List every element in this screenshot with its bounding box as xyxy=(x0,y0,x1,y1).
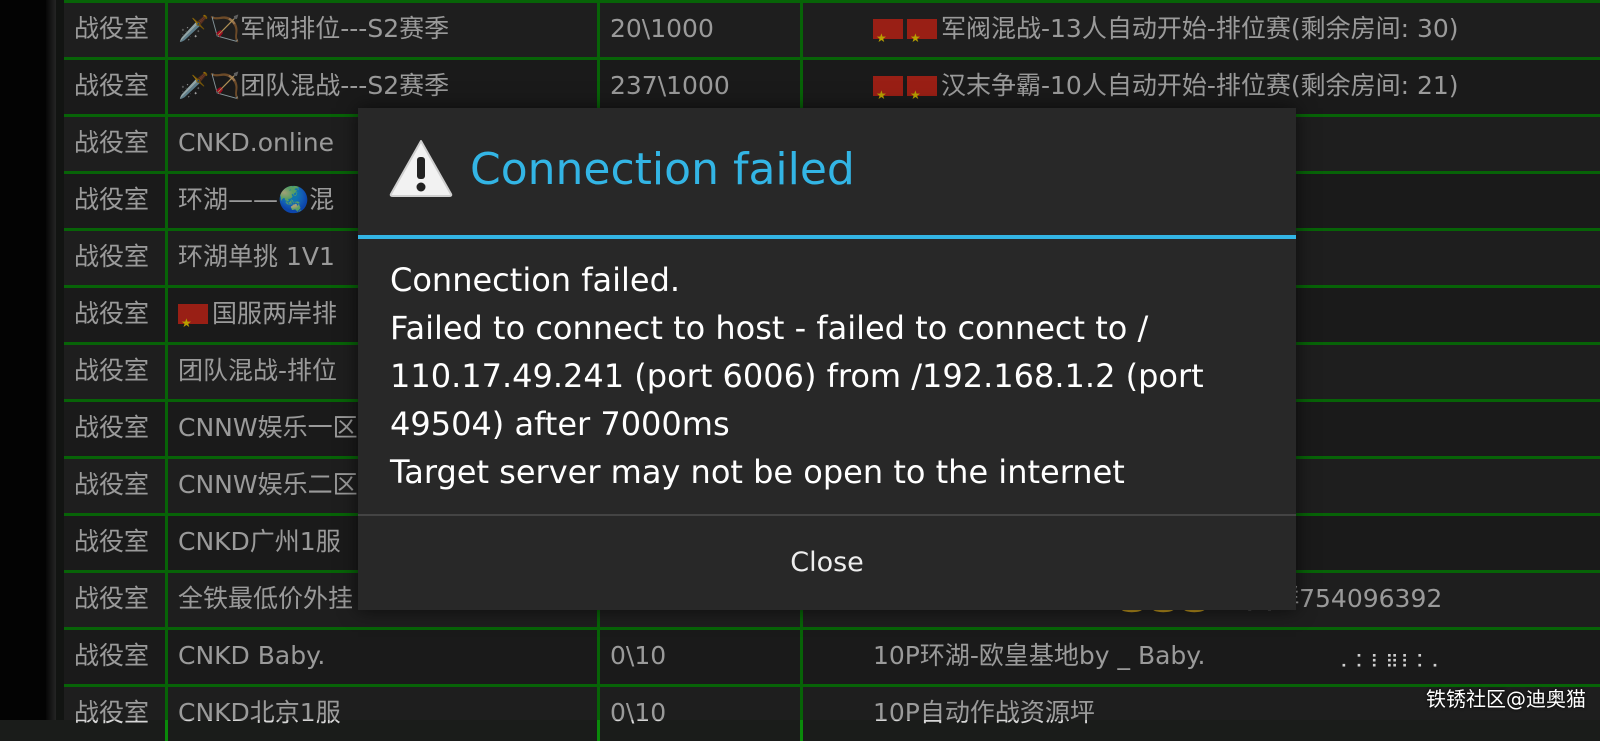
dialog-header: Connection failed xyxy=(358,108,1296,236)
close-button[interactable]: Close xyxy=(358,516,1296,610)
warning-icon xyxy=(389,140,453,197)
message-line: 110.17.49.241 (port 6006) from /192.168.… xyxy=(390,357,1204,395)
dialog-title: Connection failed xyxy=(470,144,855,195)
dialog-message: Connection failed. Failed to connect to … xyxy=(390,256,1270,496)
dialog-title-divider xyxy=(358,235,1296,239)
error-dialog: Connection failed Connection failed. Fai… xyxy=(358,108,1296,610)
watermark: 铁锈社区@迪奥猫 xyxy=(1426,687,1586,711)
message-line: Connection failed. xyxy=(390,261,681,299)
message-line: 49504) after 7000ms xyxy=(390,405,730,443)
message-line: Failed to connect to host - failed to co… xyxy=(390,309,1149,347)
message-line: Target server may not be open to the int… xyxy=(390,453,1125,491)
decorative-dots: ⠄⠅⠇⠿⠇⠅⠄ xyxy=(1340,652,1447,673)
